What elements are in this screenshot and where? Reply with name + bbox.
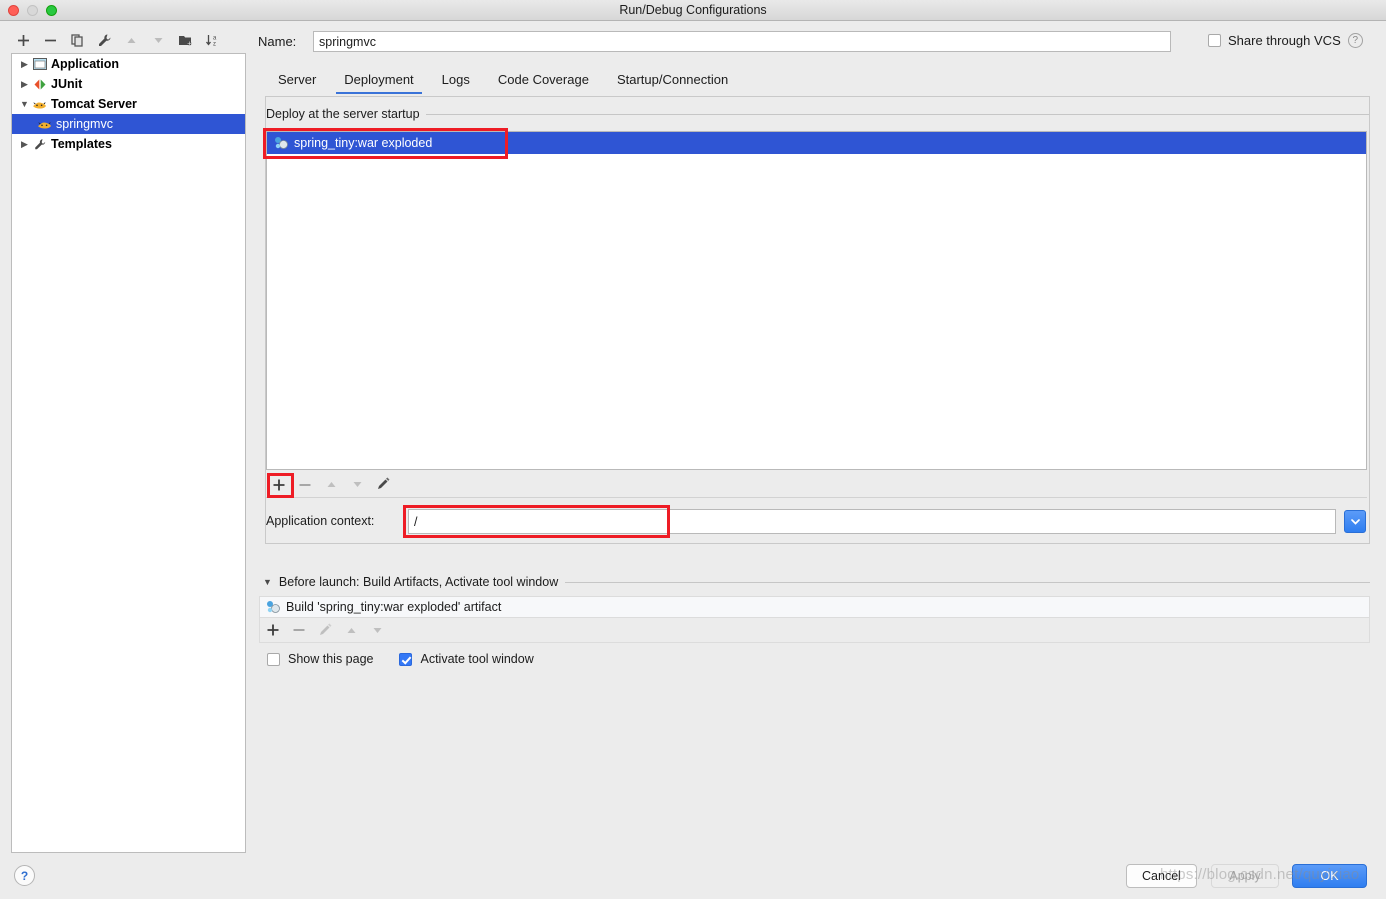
move-up-icon [118,29,145,51]
pencil-icon[interactable] [370,474,396,496]
deploy-group-label: Deploy at the server startup [266,107,426,121]
tab-code-coverage[interactable]: Code Coverage [484,72,603,94]
application-context-label: Application context: [266,514,375,528]
tree-item-label: JUnit [51,77,83,91]
before-launch-task-row[interactable]: Build 'spring_tiny:war exploded' artifac… [259,596,1370,618]
artifact-icon [265,599,281,615]
ok-button[interactable]: OK [1292,864,1367,888]
tree-item-label: springmvc [56,117,113,131]
configurations-tree[interactable]: ▶ Application ▶ JUnit ▼ Tomcat Server sp… [11,53,246,853]
remove-task-icon [286,619,312,641]
svg-text:z: z [213,41,216,47]
remove-artifact-icon [292,474,318,496]
tab-startup-connection[interactable]: Startup/Connection [603,72,742,94]
tree-item-templates[interactable]: ▶ Templates [12,134,245,154]
folder-add-icon[interactable] [172,29,199,51]
help-icon[interactable]: ? [1347,33,1363,48]
tree-item-label: Templates [51,137,112,151]
templates-icon [31,136,48,152]
share-through-vcs-checkbox[interactable] [1208,34,1221,47]
move-task-up-icon [338,619,364,641]
tomcat-icon [36,116,53,132]
help-button[interactable]: ? [14,865,35,886]
edit-task-pencil-icon [312,619,338,641]
tree-item-springmvc[interactable]: springmvc [12,114,245,134]
expand-arrow-icon[interactable]: ▶ [18,59,31,70]
collapse-arrow-icon[interactable]: ▼ [263,577,272,587]
move-artifact-up-icon [318,474,344,496]
show-this-page-label: Show this page [288,652,374,666]
artifact-row[interactable]: spring_tiny:war exploded [267,132,1366,154]
remove-configuration-icon[interactable] [37,29,64,51]
junit-icon [31,76,48,92]
deployment-artifacts-list[interactable]: spring_tiny:war exploded [266,131,1367,470]
expand-arrow-icon[interactable]: ▶ [18,139,31,150]
name-label: Name: [258,34,297,49]
before-launch-toolbar [259,618,1370,643]
expand-arrow-icon[interactable]: ▶ [18,79,31,90]
share-through-vcs-control[interactable]: Share through VCS ? [1208,33,1363,48]
before-launch-title: Before launch: Build Artifacts, Activate… [278,575,559,589]
tab-server[interactable]: Server [264,72,330,94]
group-separator [266,114,1369,115]
tree-item-label: Application [51,57,120,71]
run-debug-configurations-dialog: Run/Debug Configurations a z ▶ Applicati… [0,0,1386,899]
move-down-icon [145,29,172,51]
window-titlebar: Run/Debug Configurations [0,0,1386,21]
add-configuration-icon[interactable] [10,29,37,51]
before-launch-options: Show this page Activate tool window [267,652,534,666]
move-task-down-icon [364,619,390,641]
application-context-dropdown[interactable] [1344,510,1366,533]
tomcat-icon [31,96,48,112]
add-task-icon[interactable] [260,619,286,641]
add-artifact-icon[interactable] [266,474,292,496]
artifact-label: spring_tiny:war exploded [294,136,433,150]
tree-item-junit[interactable]: ▶ JUnit [12,74,245,94]
copy-configuration-icon[interactable] [64,29,91,51]
sort-az-icon[interactable]: a z [199,29,226,51]
tree-item-label: Tomcat Server [51,97,137,111]
activate-tool-window-label: Activate tool window [420,652,534,666]
window-title: Run/Debug Configurations [619,3,767,17]
show-this-page-checkbox[interactable] [267,652,280,666]
move-artifact-down-icon [344,474,370,496]
activate-tool-window-checkbox[interactable] [399,652,413,666]
tree-item-tomcat-server[interactable]: ▼ Tomcat Server [12,94,245,114]
name-input[interactable] [313,31,1171,52]
cancel-button[interactable]: Cancel [1126,864,1197,888]
configuration-tabs: Server Deployment Logs Code Coverage Sta… [264,68,742,94]
sidebar-toolbar: a z [10,28,240,52]
artifact-icon [273,135,289,151]
apply-button: Apply [1211,864,1279,888]
share-through-vcs-label: Share through VCS [1228,33,1341,48]
artifacts-toolbar [266,472,1367,498]
application-context-input[interactable] [408,509,1336,534]
before-launch-header[interactable]: ▼ Before launch: Build Artifacts, Activa… [263,575,566,589]
before-launch-task-label: Build 'spring_tiny:war exploded' artifac… [286,600,502,614]
application-icon [31,56,48,72]
chevron-down-icon [1350,519,1360,525]
tab-deployment[interactable]: Deployment [330,72,427,94]
tab-logs[interactable]: Logs [428,72,484,94]
wrench-icon[interactable] [91,29,118,51]
tree-item-application[interactable]: ▶ Application [12,54,245,74]
collapse-arrow-icon[interactable]: ▼ [18,99,31,109]
